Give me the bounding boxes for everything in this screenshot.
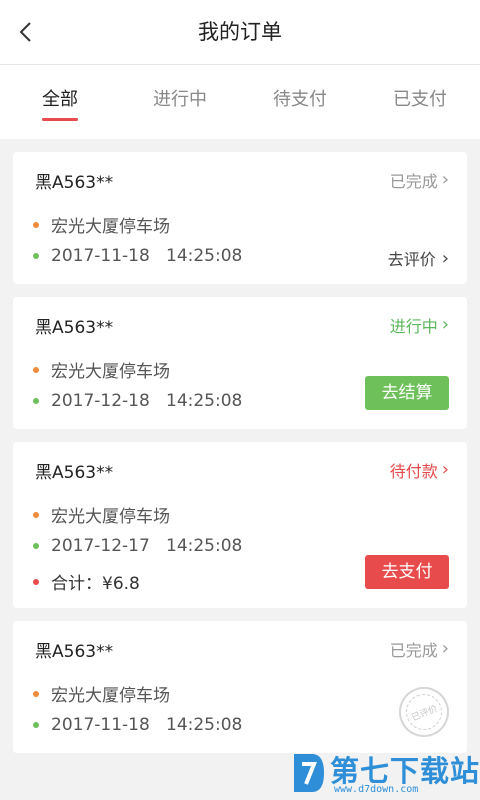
tab-paid[interactable]: 已支付	[360, 65, 480, 139]
tab-pending-payment[interactable]: 待支付	[240, 65, 360, 139]
time-row: 2017-12-18 14:25:08	[33, 391, 242, 411]
location-row: 宏光大厦停车场	[33, 357, 170, 382]
location-row: 宏光大厦停车场	[33, 502, 170, 527]
status-label: 进行中	[389, 317, 438, 336]
order-time: 2017-12-18 14:25:08	[51, 391, 243, 411]
chevron-right-icon: ›	[441, 638, 449, 659]
time-dot-icon	[33, 253, 39, 259]
license-plate: 黑A563**	[35, 173, 114, 193]
stamp-label: 已评价	[400, 688, 448, 736]
order-status[interactable]: 进行中 ›	[390, 313, 449, 337]
order-card[interactable]: 黑A563** 已完成 › 宏光大厦停车场 2017-11-18 14:25:0…	[13, 152, 467, 284]
chevron-right-icon: ›	[441, 314, 449, 335]
location-dot-icon	[33, 366, 39, 373]
license-plate: 黑A563**	[35, 463, 114, 483]
parking-location: 宏光大厦停车场	[51, 686, 170, 706]
watermark-url: www.d7down.com	[334, 784, 419, 795]
parking-location: 宏光大厦停车场	[51, 217, 170, 237]
time-row: 2017-12-17 14:25:08	[33, 536, 242, 556]
nav-bar: 我的订单	[0, 0, 480, 65]
watermark: 第七下载站 www.d7down.com	[290, 746, 480, 800]
order-status[interactable]: 待付款 ›	[390, 458, 449, 482]
order-card[interactable]: 黑A563** 待付款 › 宏光大厦停车场 2017-12-17 14:25:0…	[13, 442, 467, 608]
location-dot-icon	[33, 690, 39, 697]
tab-label: 待支付	[273, 89, 327, 110]
order-status[interactable]: 已完成 ›	[390, 168, 449, 192]
tab-all[interactable]: 全部	[0, 65, 120, 139]
page-title: 我的订单	[198, 20, 282, 44]
order-tabs: 全部 进行中 待支付 已支付	[0, 65, 480, 139]
tab-label: 全部	[42, 89, 78, 110]
order-status[interactable]: 已完成 ›	[390, 637, 449, 661]
order-card[interactable]: 黑A563** 进行中 › 宏光大厦停车场 2017-12-18 14:25:0…	[13, 297, 467, 429]
chevron-right-icon: ›	[441, 459, 449, 480]
reviewed-stamp-icon: 已评价	[391, 679, 457, 745]
order-time: 2017-12-17 14:25:08	[51, 536, 243, 556]
location-row: 宏光大厦停车场	[33, 212, 170, 237]
checkout-button[interactable]: 去结算	[365, 376, 449, 410]
total-dot-icon	[33, 578, 39, 585]
location-row: 宏光大厦停车场	[33, 681, 170, 706]
tab-label: 进行中	[153, 89, 207, 110]
status-label: 已完成	[389, 641, 438, 660]
chevron-right-icon: ›	[441, 247, 449, 269]
pay-button[interactable]: 去支付	[365, 555, 449, 589]
location-dot-icon	[33, 221, 39, 228]
chevron-right-icon: ›	[441, 169, 449, 190]
review-link-label: 去评价	[387, 250, 436, 269]
time-row: 2017-11-18 14:25:08	[33, 246, 242, 266]
status-label: 待付款	[389, 462, 438, 481]
parking-location: 宏光大厦停车场	[51, 362, 170, 382]
status-label: 已完成	[389, 172, 438, 191]
active-tab-indicator	[42, 118, 78, 121]
order-card[interactable]: 黑A563** 已完成 › 宏光大厦停车场 2017-11-18 14:25:0…	[13, 621, 467, 753]
order-total: 合计：¥6.8	[51, 574, 140, 594]
total-row: 合计：¥6.8	[33, 569, 140, 594]
tab-label: 已支付	[393, 89, 447, 110]
order-time: 2017-11-18 14:25:08	[51, 246, 243, 266]
review-link[interactable]: 去评价 ›	[388, 246, 449, 270]
time-row: 2017-11-18 14:25:08	[33, 715, 242, 735]
order-time: 2017-11-18 14:25:08	[51, 715, 243, 735]
location-dot-icon	[33, 511, 39, 518]
time-dot-icon	[33, 398, 39, 404]
license-plate: 黑A563**	[35, 318, 114, 338]
parking-location: 宏光大厦停车场	[51, 507, 170, 527]
time-dot-icon	[33, 543, 39, 549]
d7-logo-icon	[294, 754, 324, 792]
license-plate: 黑A563**	[35, 642, 114, 662]
tab-in-progress[interactable]: 进行中	[120, 65, 240, 139]
time-dot-icon	[33, 722, 39, 728]
